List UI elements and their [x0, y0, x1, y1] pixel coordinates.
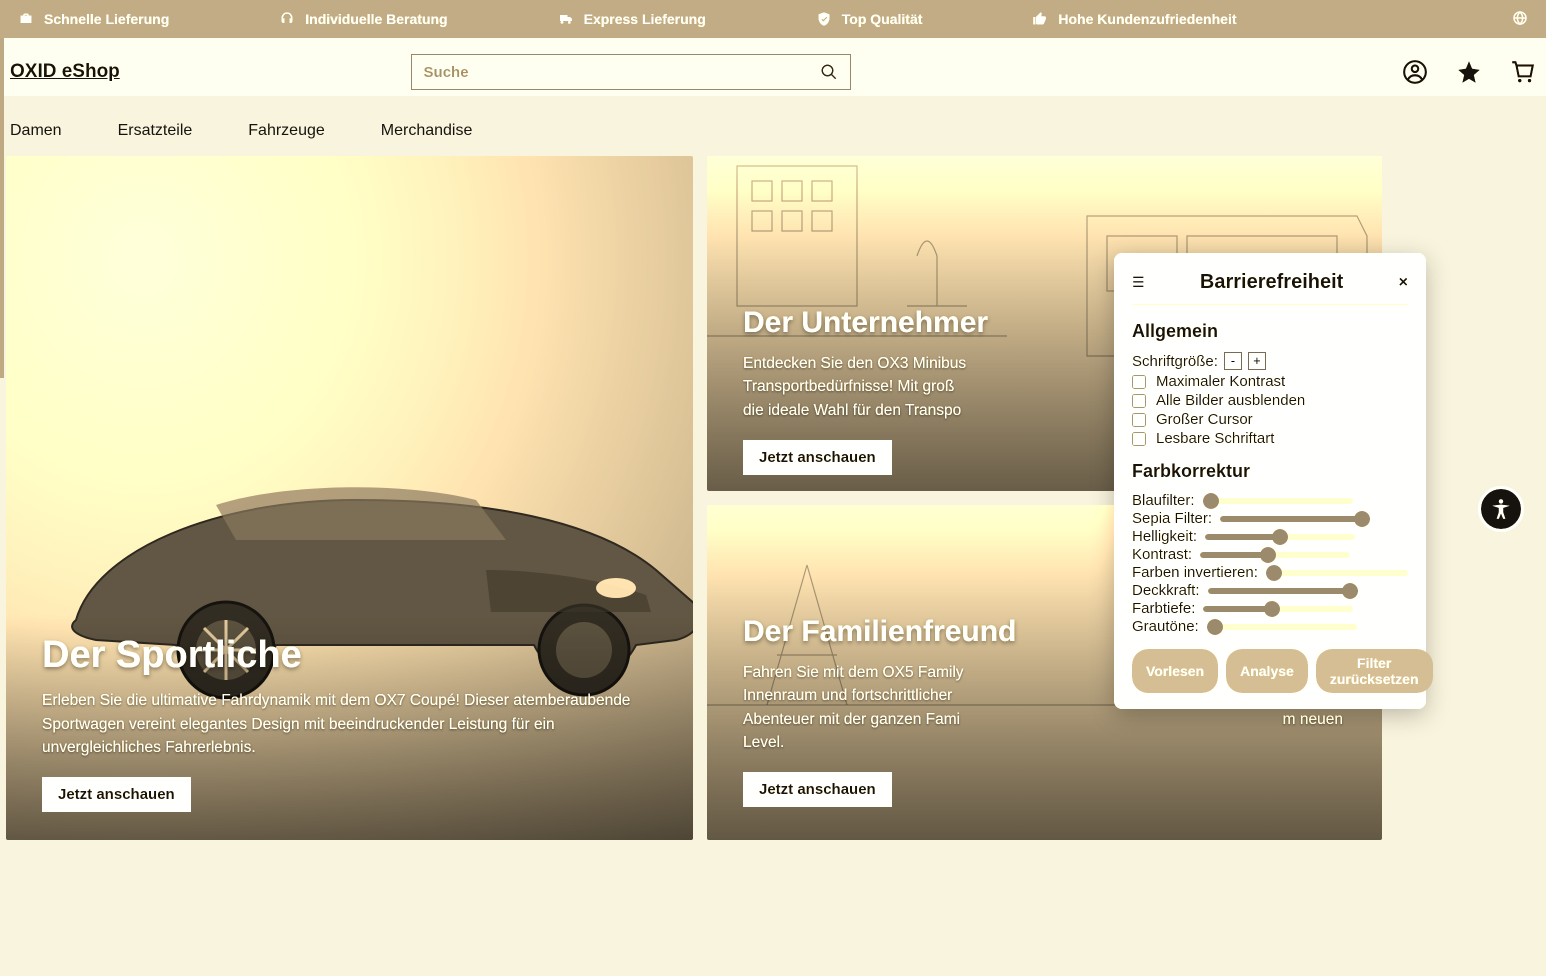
check-hide-images[interactable]: Alle Bilder ausblenden [1132, 392, 1408, 409]
headset-icon [279, 11, 295, 27]
promo-item-3: Top Qualität [816, 11, 923, 27]
menu-icon[interactable]: ☰ [1132, 274, 1145, 291]
close-icon[interactable]: × [1399, 274, 1408, 292]
font-size-row: Schriftgröße: - + [1132, 352, 1408, 370]
promo-item-2: Express Lieferung [558, 11, 706, 27]
thumbs-up-icon [1032, 11, 1048, 27]
hero-description: Erleben Sie die ultimative Fahrdynamik m… [42, 689, 642, 759]
accessibility-toggle-button[interactable] [1478, 486, 1524, 532]
search-box[interactable] [411, 54, 851, 90]
cart-icon[interactable] [1510, 59, 1536, 85]
slider-row: Sepia Filter: [1132, 510, 1408, 527]
slider-input[interactable] [1200, 552, 1350, 558]
language-switch[interactable] [1512, 10, 1528, 29]
globe-icon [1512, 10, 1528, 26]
main-header: OXID eShop [0, 38, 1546, 96]
analyse-button[interactable]: Analyse [1226, 649, 1308, 693]
slider-label: Sepia Filter: [1132, 510, 1212, 527]
shop-logo[interactable]: OXID eShop [10, 61, 120, 83]
promo-label: Individuelle Beratung [305, 11, 447, 27]
search-icon [820, 63, 838, 81]
nav-item-damen[interactable]: Damen [10, 122, 62, 140]
slider-input[interactable] [1203, 498, 1353, 504]
slider-row: Helligkeit: [1132, 528, 1408, 545]
font-decrease-button[interactable]: - [1224, 352, 1242, 370]
search-input[interactable] [424, 64, 820, 81]
nav-item-fahrzeuge[interactable]: Fahrzeuge [248, 122, 325, 140]
font-increase-button[interactable]: + [1248, 352, 1266, 370]
truck-icon [558, 11, 574, 27]
promo-topbar: Schnelle Lieferung Individuelle Beratung… [0, 0, 1546, 38]
account-icon[interactable] [1402, 59, 1428, 85]
accessibility-icon [1488, 496, 1514, 522]
check-readable-font[interactable]: Lesbare Schriftart [1132, 430, 1408, 447]
slider-row: Farbtiefe: [1132, 600, 1408, 617]
hero-cta-button[interactable]: Jetzt anschauen [743, 440, 892, 475]
slider-input[interactable] [1208, 588, 1358, 594]
hero-overlay: Der Sportliche Erleben Sie die ultimativ… [6, 614, 693, 840]
slider-row: Grautöne: [1132, 618, 1408, 635]
font-size-label: Schriftgröße: [1132, 353, 1218, 370]
slider-label: Farben invertieren: [1132, 564, 1258, 581]
slider-input[interactable] [1266, 570, 1408, 576]
nav-item-ersatzteile[interactable]: Ersatzteile [118, 122, 193, 140]
read-aloud-button[interactable]: Vorlesen [1132, 649, 1218, 693]
color-sliders: Blaufilter:Sepia Filter:Helligkeit:Kontr… [1132, 492, 1408, 635]
briefcase-icon [18, 11, 34, 27]
slider-row: Farben invertieren: [1132, 564, 1408, 581]
slider-label: Blaufilter: [1132, 492, 1195, 509]
reset-filters-button[interactable]: Filter zurücksetzen [1316, 649, 1433, 693]
promo-label: Top Qualität [842, 11, 923, 27]
hero-tile-sportliche[interactable]: Der Sportliche Erleben Sie die ultimativ… [6, 156, 693, 840]
section-heading-color: Farbkorrektur [1132, 461, 1408, 482]
nav-item-merchandise[interactable]: Merchandise [381, 122, 473, 140]
slider-input[interactable] [1207, 624, 1357, 630]
category-nav: Damen Ersatzteile Fahrzeuge Merchandise [0, 96, 1546, 156]
promo-item-1: Individuelle Beratung [279, 11, 447, 27]
promo-label: Hohe Kundenzufriedenheit [1058, 11, 1236, 27]
check-large-cursor[interactable]: Großer Cursor [1132, 411, 1408, 428]
wishlist-icon[interactable] [1456, 59, 1482, 85]
check-max-contrast[interactable]: Maximaler Kontrast [1132, 373, 1408, 390]
slider-row: Deckkraft: [1132, 582, 1408, 599]
accessibility-panel: ☰ Barrierefreiheit × Allgemein Schriftgr… [1114, 253, 1426, 709]
left-accent-bar [0, 38, 4, 378]
slider-label: Helligkeit: [1132, 528, 1197, 545]
slider-input[interactable] [1220, 516, 1370, 522]
shield-icon [816, 11, 832, 27]
slider-row: Blaufilter: [1132, 492, 1408, 509]
slider-input[interactable] [1205, 534, 1355, 540]
promo-label: Schnelle Lieferung [44, 11, 169, 27]
promo-item-0: Schnelle Lieferung [18, 11, 169, 27]
slider-row: Kontrast: [1132, 546, 1408, 563]
slider-label: Kontrast: [1132, 546, 1192, 563]
slider-label: Grautöne: [1132, 618, 1199, 635]
hero-title: Der Sportliche [42, 634, 657, 677]
promo-label: Express Lieferung [584, 11, 706, 27]
hero-cta-button[interactable]: Jetzt anschauen [42, 777, 191, 812]
panel-title: Barrierefreiheit [1145, 271, 1399, 294]
slider-label: Deckkraft: [1132, 582, 1200, 599]
hero-cta-button[interactable]: Jetzt anschauen [743, 772, 892, 807]
slider-input[interactable] [1203, 606, 1353, 612]
slider-label: Farbtiefe: [1132, 600, 1195, 617]
section-heading-general: Allgemein [1132, 321, 1408, 342]
promo-item-4: Hohe Kundenzufriedenheit [1032, 11, 1236, 27]
